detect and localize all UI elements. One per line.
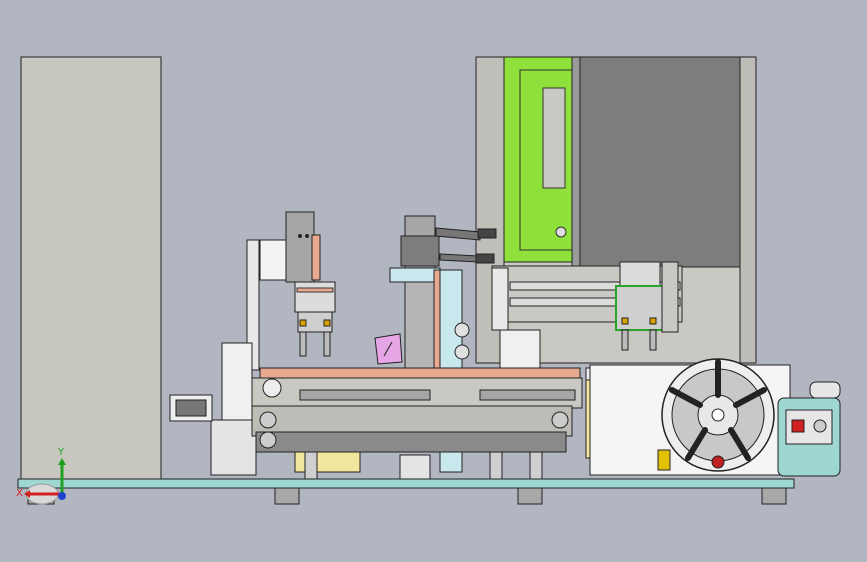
left-cabinet: [20, 56, 162, 480]
y-axis-label: Y: [57, 447, 65, 458]
left-chain-block: [169, 394, 213, 422]
handwheel-knob: [711, 455, 725, 469]
x-axis-label: X: [16, 488, 23, 499]
base-plate: [17, 478, 795, 489]
cad-viewport[interactable]: X Y: [0, 0, 867, 562]
handwheel-unit: [589, 358, 791, 476]
z-axis-dot: [58, 492, 66, 500]
conveyor: [251, 367, 583, 453]
pink-block: [374, 333, 403, 365]
dark-panel: [579, 56, 741, 268]
